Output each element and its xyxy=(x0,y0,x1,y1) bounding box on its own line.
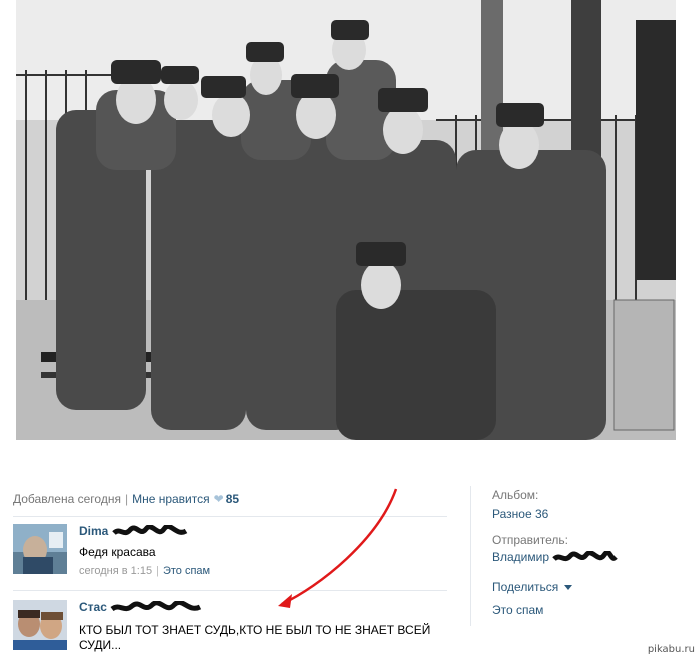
album-link[interactable]: Разное 36 xyxy=(492,507,548,521)
sidebar-divider xyxy=(470,486,471,626)
sender-label: Отправитель: xyxy=(492,533,568,547)
watermark: pikabu.ru xyxy=(647,644,695,655)
heart-icon[interactable]: ❤ xyxy=(214,492,224,506)
redaction-scribble xyxy=(111,524,187,535)
share-button[interactable]: Поделиться xyxy=(492,580,573,594)
sender: Владимир xyxy=(492,550,619,565)
report-spam-link[interactable]: Это спам xyxy=(492,603,543,617)
separator: | xyxy=(156,564,159,577)
photo-meta: Добавлена сегодня | Мне нравится ❤ 85 xyxy=(13,492,239,506)
photo[interactable] xyxy=(16,0,676,440)
redaction-scribble xyxy=(552,550,619,561)
avatar[interactable] xyxy=(13,600,67,650)
album-label: Альбом: xyxy=(492,488,539,502)
share-label: Поделиться xyxy=(492,580,559,594)
comment-text: КТО БЫЛ ТОТ ЗНАЕТ СУДЬ,КТО НЕ БЫЛ ТО НЕ … xyxy=(79,622,431,652)
comment-author[interactable]: Стас xyxy=(79,600,107,614)
added-date: Добавлена сегодня xyxy=(13,492,121,506)
sender-link[interactable]: Владимир xyxy=(492,550,549,564)
photo-image xyxy=(16,0,676,440)
avatar[interactable] xyxy=(13,524,67,574)
divider xyxy=(13,516,447,517)
comment-time[interactable]: сегодня в 1:15 xyxy=(79,565,152,577)
like-count: 85 xyxy=(225,492,240,506)
chevron-down-icon xyxy=(564,585,573,591)
separator: | xyxy=(124,492,129,506)
report-spam-link[interactable]: Это спам xyxy=(163,565,210,577)
like-button[interactable]: Мне нравится xyxy=(132,492,210,506)
redaction-scribble xyxy=(110,600,202,611)
comment-text: Федя красава xyxy=(79,544,156,559)
divider xyxy=(13,590,447,591)
comment-author[interactable]: Dima xyxy=(79,524,108,538)
